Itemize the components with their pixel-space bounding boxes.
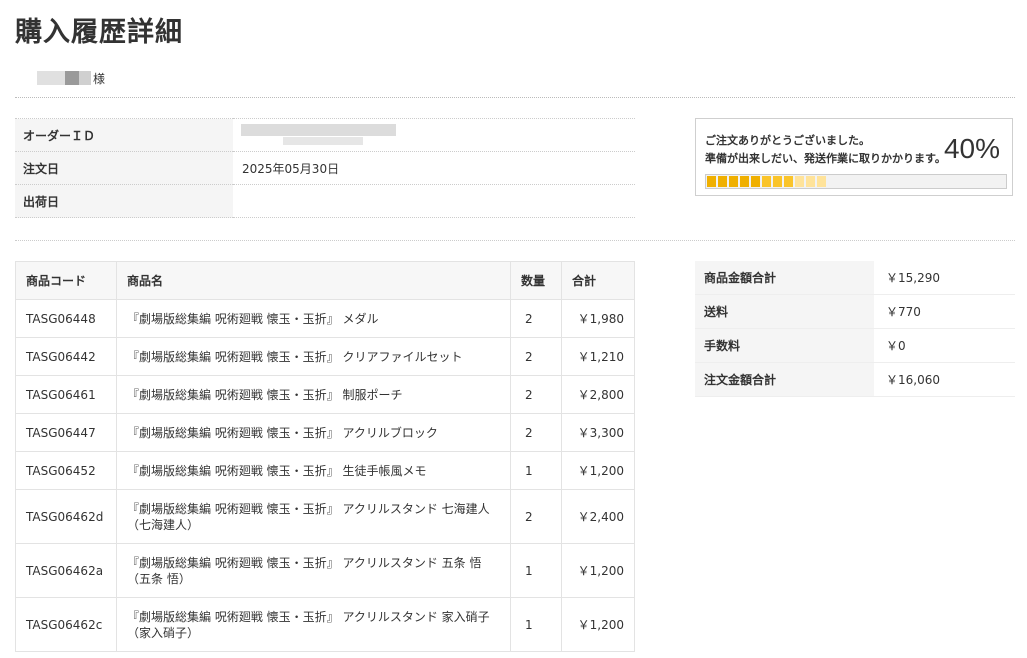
progress-segment — [751, 176, 760, 187]
item-total: ￥3,300 — [561, 413, 635, 452]
table-row: TASG06462c 『劇場版総集編 呪術廻戦 懐玉・玉折』 アクリルスタンド … — [15, 597, 635, 652]
order-id-value — [233, 118, 635, 152]
ship-date-value — [233, 184, 635, 218]
item-qty: 2 — [510, 337, 562, 376]
status-message-2: 準備が出来しだい、発送作業に取りかかります。 — [705, 152, 946, 165]
totals-table: 商品金額合計 ￥15,290 送料 ￥770 手数料 ￥0 注文金額合計 ￥16… — [695, 261, 1015, 397]
progress-segment — [707, 176, 716, 187]
item-name: 『劇場版総集編 呪術廻戦 懐玉・玉折』 アクリルブロック — [116, 413, 511, 452]
item-code: TASG06442 — [15, 337, 117, 376]
redacted-name — [79, 71, 91, 85]
grand-total-value: ￥16,060 — [874, 362, 1015, 397]
customer-honorific: 様 — [93, 72, 106, 86]
table-row: TASG06461 『劇場版総集編 呪術廻戦 懐玉・玉折』 制服ポーチ 2 ￥2… — [15, 375, 635, 414]
item-qty: 1 — [510, 597, 562, 652]
item-name: 『劇場版総集編 呪術廻戦 懐玉・玉折』 クリアファイルセット — [116, 337, 511, 376]
item-code: TASG06452 — [15, 451, 117, 490]
table-row: TASG06447 『劇場版総集編 呪術廻戦 懐玉・玉折』 アクリルブロック 2… — [15, 413, 635, 452]
ship-date-label: 出荷日 — [15, 184, 233, 218]
table-row: TASG06462a 『劇場版総集編 呪術廻戦 懐玉・玉折』 アクリルスタンド … — [15, 543, 635, 598]
item-total: ￥1,200 — [561, 451, 635, 490]
item-qty: 2 — [510, 413, 562, 452]
item-name: 『劇場版総集編 呪術廻戦 懐玉・玉折』 アクリルスタンド 七海建人（七海建人） — [116, 489, 511, 544]
order-date-value: 2025年05月30日 — [233, 151, 635, 185]
col-header-total: 合計 — [561, 261, 635, 300]
subtotal-value: ￥15,290 — [874, 261, 1015, 295]
page-title: 購入履歴詳細 — [15, 17, 183, 48]
grand-total-label: 注文金額合計 — [695, 362, 874, 397]
order-id-row: オーダーＩＤ — [15, 118, 635, 152]
item-total: ￥1,200 — [561, 543, 635, 598]
table-row: TASG06448 『劇場版総集編 呪術廻戦 懐玉・玉折』 メダル 2 ￥1,9… — [15, 299, 635, 338]
item-name: 『劇場版総集編 呪術廻戦 懐玉・玉折』 生徒手帳風メモ — [116, 451, 511, 490]
col-header-qty: 数量 — [510, 261, 562, 300]
item-qty: 1 — [510, 543, 562, 598]
shipping-label: 送料 — [695, 294, 874, 329]
items-header-row: 商品コード 商品名 数量 合計 — [15, 261, 635, 300]
item-code: TASG06461 — [15, 375, 117, 414]
order-date-label: 注文日 — [15, 151, 233, 185]
section-divider — [15, 240, 1015, 241]
table-row: TASG06462d 『劇場版総集編 呪術廻戦 懐玉・玉折』 アクリルスタンド … — [15, 489, 635, 544]
item-code: TASG06462d — [15, 489, 117, 544]
item-code: TASG06462c — [15, 597, 117, 652]
status-message-1: ご注文ありがとうございました。 — [705, 134, 870, 147]
item-total: ￥1,980 — [561, 299, 635, 338]
redacted-name — [37, 71, 65, 85]
fee-label: 手数料 — [695, 328, 874, 363]
progress-segment — [784, 176, 793, 187]
subtotal-row: 商品金額合計 ￥15,290 — [695, 261, 1015, 295]
redacted-order-id — [283, 137, 363, 145]
redacted-order-id — [241, 124, 396, 136]
progress-segment — [718, 176, 727, 187]
shipping-row: 送料 ￥770 — [695, 294, 1015, 329]
item-name: 『劇場版総集編 呪術廻戦 懐玉・玉折』 アクリルスタンド 家入硝子（家入硝子） — [116, 597, 511, 652]
redacted-name — [65, 71, 79, 85]
item-total: ￥1,210 — [561, 337, 635, 376]
progress-segment — [817, 176, 826, 187]
item-code: TASG06447 — [15, 413, 117, 452]
progress-segment — [773, 176, 782, 187]
item-qty: 2 — [510, 299, 562, 338]
progress-segment — [762, 176, 771, 187]
item-name: 『劇場版総集編 呪術廻戦 懐玉・玉折』 制服ポーチ — [116, 375, 511, 414]
item-total: ￥2,800 — [561, 375, 635, 414]
progress-segment — [740, 176, 749, 187]
progress-segment — [795, 176, 804, 187]
shipping-value: ￥770 — [874, 294, 1015, 329]
customer-name-row: 様 — [15, 68, 1015, 98]
fee-value: ￥0 — [874, 328, 1015, 363]
progress-bar — [705, 174, 1007, 189]
table-row: TASG06442 『劇場版総集編 呪術廻戦 懐玉・玉折』 クリアファイルセット… — [15, 337, 635, 376]
table-row: TASG06452 『劇場版総集編 呪術廻戦 懐玉・玉折』 生徒手帳風メモ 1 … — [15, 451, 635, 490]
item-qty: 1 — [510, 451, 562, 490]
item-total: ￥1,200 — [561, 597, 635, 652]
grand-total-row: 注文金額合計 ￥16,060 — [695, 362, 1015, 397]
order-id-label: オーダーＩＤ — [15, 118, 233, 152]
subtotal-label: 商品金額合計 — [695, 261, 874, 295]
item-code: TASG06462a — [15, 543, 117, 598]
item-name: 『劇場版総集編 呪術廻戦 懐玉・玉折』 アクリルスタンド 五条 悟（五条 悟） — [116, 543, 511, 598]
item-name: 『劇場版総集編 呪術廻戦 懐玉・玉折』 メダル — [116, 299, 511, 338]
ship-date-row: 出荷日 — [15, 184, 635, 218]
col-header-name: 商品名 — [116, 261, 511, 300]
order-date-row: 注文日 2025年05月30日 — [15, 151, 635, 185]
order-info-table: オーダーＩＤ 注文日 2025年05月30日 出荷日 — [15, 118, 635, 218]
items-table: 商品コード 商品名 数量 合計 TASG06448 『劇場版総集編 呪術廻戦 懐… — [15, 261, 635, 652]
item-total: ￥2,400 — [561, 489, 635, 544]
progress-bar-fill — [706, 175, 827, 188]
item-qty: 2 — [510, 489, 562, 544]
progress-segment — [729, 176, 738, 187]
order-status-box: ご注文ありがとうございました。 準備が出来しだい、発送作業に取りかかります。 4… — [695, 118, 1013, 196]
item-code: TASG06448 — [15, 299, 117, 338]
col-header-code: 商品コード — [15, 261, 117, 300]
fee-row: 手数料 ￥0 — [695, 328, 1015, 363]
progress-segment — [806, 176, 815, 187]
progress-percent: 40% — [943, 133, 1000, 164]
item-qty: 2 — [510, 375, 562, 414]
